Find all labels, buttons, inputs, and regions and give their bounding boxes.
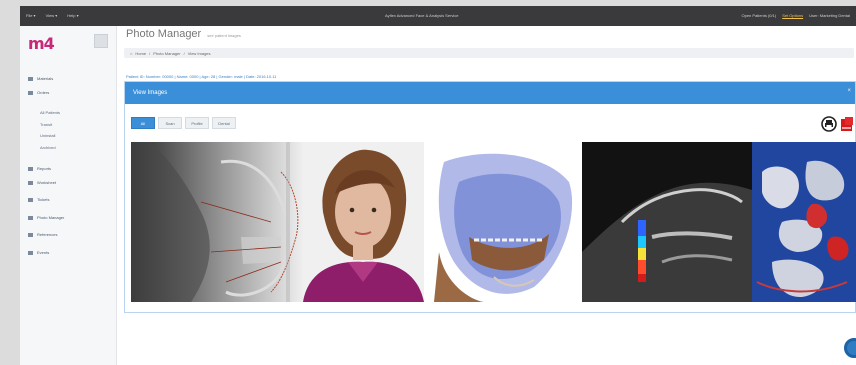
close-icon[interactable]: ×	[847, 88, 851, 94]
breadcrumb-current: View Images	[187, 50, 211, 56]
orders-icon	[28, 90, 33, 95]
view-images-panel: View Images × All Scan Profile Dental	[124, 81, 856, 313]
sidebar-subitem-uninstall[interactable]: Uninstall	[40, 133, 55, 138]
tickets-icon	[28, 197, 33, 202]
home-icon: ⌂	[130, 50, 133, 56]
top-menus: File ▾ View ▾ Help ▾	[26, 13, 79, 18]
filter-dental-button[interactable]: Dental	[212, 117, 236, 129]
image-filter-tabs: All Scan Profile Dental	[131, 117, 236, 129]
sidebar-item-orders[interactable]: Orders	[28, 90, 49, 95]
photo-manager-icon	[28, 215, 33, 220]
page-title-text: Photo Manager	[126, 28, 202, 40]
events-icon	[28, 250, 33, 255]
print-icon[interactable]	[821, 116, 837, 132]
top-right-links: Open Patients (0/1) Set Options User: Ma…	[742, 13, 851, 18]
sidebar-item-reports[interactable]: Reports	[28, 166, 51, 171]
cephalometric-xray-image[interactable]	[131, 142, 303, 302]
main-content: Photo Manager see patient images ⌂ Home …	[124, 26, 856, 365]
sidebar-item-photo-manager[interactable]: Photo Manager	[28, 215, 64, 220]
panel-actions	[821, 116, 855, 132]
sidebar-item-label: References	[37, 232, 58, 237]
3d-jaw-scan-image[interactable]	[424, 142, 582, 302]
page-subtitle: see patient images	[207, 33, 241, 38]
panel-title: View Images	[133, 90, 168, 96]
patient-info: Patient ID: Number: 00000 | Name: 0000 |…	[126, 74, 277, 79]
filter-all-button[interactable]: All	[131, 117, 155, 129]
ct-cross-section-image[interactable]	[582, 142, 752, 302]
sidebar-item-materials[interactable]: Materials	[28, 76, 53, 81]
pdf-icon[interactable]	[839, 116, 855, 132]
menu-view[interactable]: View ▾	[46, 13, 58, 18]
page-title: Photo Manager see patient images	[126, 28, 241, 40]
sidebar-item-label: Orders	[37, 90, 50, 95]
sidebar-subitem-archived[interactable]: Archived	[40, 145, 56, 150]
app-title: Ayflex Advanced Face & Analysis Service	[385, 13, 459, 18]
breadcrumb-section[interactable]: Photo Manager	[153, 51, 180, 56]
worksheet-icon	[28, 180, 33, 185]
sidebar-item-events[interactable]: Events	[28, 250, 49, 255]
patient-portrait-photo[interactable]	[303, 142, 424, 302]
sidebar-item-references[interactable]: References	[28, 232, 57, 237]
sidebar-item-label: Events	[37, 250, 50, 255]
app-window: m4 Materials Orders All Patients Transit…	[20, 26, 856, 365]
sidebar-item-worksheet[interactable]: Worksheet	[28, 180, 56, 185]
breadcrumb-separator: /	[183, 50, 185, 56]
breadcrumb-home[interactable]: Home	[135, 51, 146, 56]
image-gallery	[131, 142, 856, 302]
panel-header: View Images ×	[125, 82, 855, 104]
sidebar-subitem-all-patients[interactable]: All Patients	[40, 110, 60, 115]
sidebar-item-label: Photo Manager	[37, 215, 65, 220]
user-menu[interactable]: User: Marketing Dental	[809, 13, 850, 18]
3d-teeth-visualization-image[interactable]	[752, 142, 856, 302]
references-icon	[28, 232, 33, 237]
sidebar-toggle-button[interactable]	[94, 34, 108, 48]
sidebar-item-label: Worksheet	[37, 180, 57, 185]
open-patients-link[interactable]: Open Patients (0/1)	[742, 13, 777, 18]
materials-icon	[28, 76, 33, 81]
sidebar-item-label: Materials	[37, 76, 54, 81]
filter-scan-button[interactable]: Scan	[158, 117, 182, 129]
set-options-link[interactable]: Set Options	[782, 13, 803, 18]
sidebar-subitem-transit[interactable]: Transit	[40, 122, 52, 127]
sidebar: m4 Materials Orders All Patients Transit…	[20, 26, 117, 365]
breadcrumb: ⌂ Home / Photo Manager / View Images	[124, 48, 854, 58]
sidebar-item-label: Tickets	[37, 197, 50, 202]
sidebar-item-tickets[interactable]: Tickets	[28, 197, 50, 202]
reports-icon	[28, 166, 33, 171]
menu-help[interactable]: Help ▾	[67, 13, 78, 18]
sidebar-item-label: Reports	[37, 166, 52, 171]
breadcrumb-separator: /	[149, 50, 151, 56]
brand-logo[interactable]: m4	[28, 34, 55, 53]
menu-file[interactable]: File ▾	[26, 13, 36, 18]
filter-profile-button[interactable]: Profile	[185, 117, 209, 129]
top-bar: File ▾ View ▾ Help ▾ Ayflex Advanced Fac…	[20, 6, 856, 26]
